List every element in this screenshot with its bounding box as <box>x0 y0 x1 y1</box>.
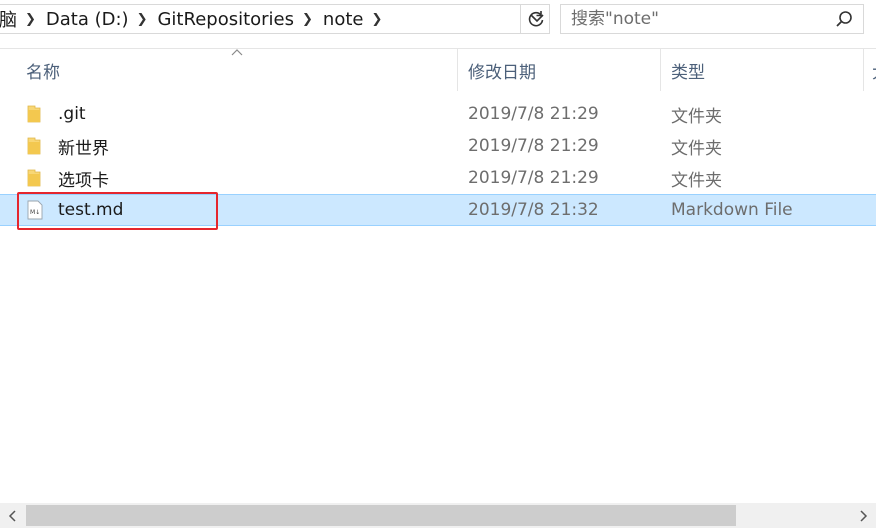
breadcrumb-separator-icon[interactable]: ❯ <box>21 12 40 27</box>
breadcrumb-item-drive[interactable]: Data (D:) <box>40 9 133 30</box>
address-bar: 脑 ❯ Data (D:) ❯ GitRepositories ❯ note ❯ <box>0 0 876 40</box>
column-header-date-label: 修改日期 <box>468 62 536 83</box>
column-header-name-label: 名称 <box>26 62 60 83</box>
folder-icon <box>26 104 48 124</box>
file-type: Markdown File <box>671 200 793 220</box>
column-header-date[interactable]: 修改日期 <box>458 49 661 91</box>
file-date: 2019/7/8 21:29 <box>468 168 599 188</box>
search-icon[interactable] <box>829 5 859 33</box>
column-header-row: 名称 修改日期 类型 大 <box>0 48 876 91</box>
file-name: .git <box>58 104 86 124</box>
breadcrumb-item-gitrepositories[interactable]: GitRepositories <box>151 9 298 30</box>
scroll-left-icon[interactable] <box>0 503 24 528</box>
folder-icon <box>26 136 48 156</box>
file-type: 文件夹 <box>671 170 722 191</box>
file-row[interactable]: 选项卡 2019/7/8 21:29 文件夹 <box>0 162 876 194</box>
file-date: 2019/7/8 21:32 <box>468 200 599 220</box>
scroll-right-icon[interactable] <box>852 503 876 528</box>
column-header-size-label: 大 <box>872 58 876 83</box>
file-name: 选项卡 <box>58 170 109 191</box>
scrollbar-thumb[interactable] <box>26 505 736 526</box>
file-date: 2019/7/8 21:29 <box>468 136 599 156</box>
file-type: 文件夹 <box>671 106 722 127</box>
column-header-type-label: 类型 <box>671 62 705 83</box>
file-type: 文件夹 <box>671 138 722 159</box>
breadcrumb-item-computer[interactable]: 脑 <box>0 6 21 32</box>
sort-ascending-icon <box>231 45 243 59</box>
breadcrumb-separator-icon[interactable]: ❯ <box>298 12 317 27</box>
search-input[interactable] <box>561 8 829 30</box>
breadcrumb-separator-icon[interactable]: ❯ <box>133 12 152 27</box>
file-name: 新世界 <box>58 138 109 159</box>
search-box[interactable] <box>560 4 864 34</box>
column-header-name[interactable]: 名称 <box>0 49 458 91</box>
breadcrumb-item-note[interactable]: note <box>317 9 368 30</box>
file-row[interactable]: .git 2019/7/8 21:29 文件夹 <box>0 98 876 130</box>
column-header-size[interactable]: 大 <box>864 49 876 91</box>
column-header-type[interactable]: 类型 <box>661 49 864 91</box>
breadcrumb[interactable]: 脑 ❯ Data (D:) ❯ GitRepositories ❯ note ❯ <box>0 4 550 34</box>
annotation-highlight-box <box>17 192 218 230</box>
folder-icon <box>26 168 48 188</box>
file-row[interactable]: 新世界 2019/7/8 21:29 文件夹 <box>0 130 876 162</box>
refresh-icon[interactable] <box>520 5 551 33</box>
breadcrumb-separator-icon[interactable]: ❯ <box>367 12 386 27</box>
horizontal-scrollbar[interactable] <box>0 503 876 528</box>
file-date: 2019/7/8 21:29 <box>468 104 599 124</box>
